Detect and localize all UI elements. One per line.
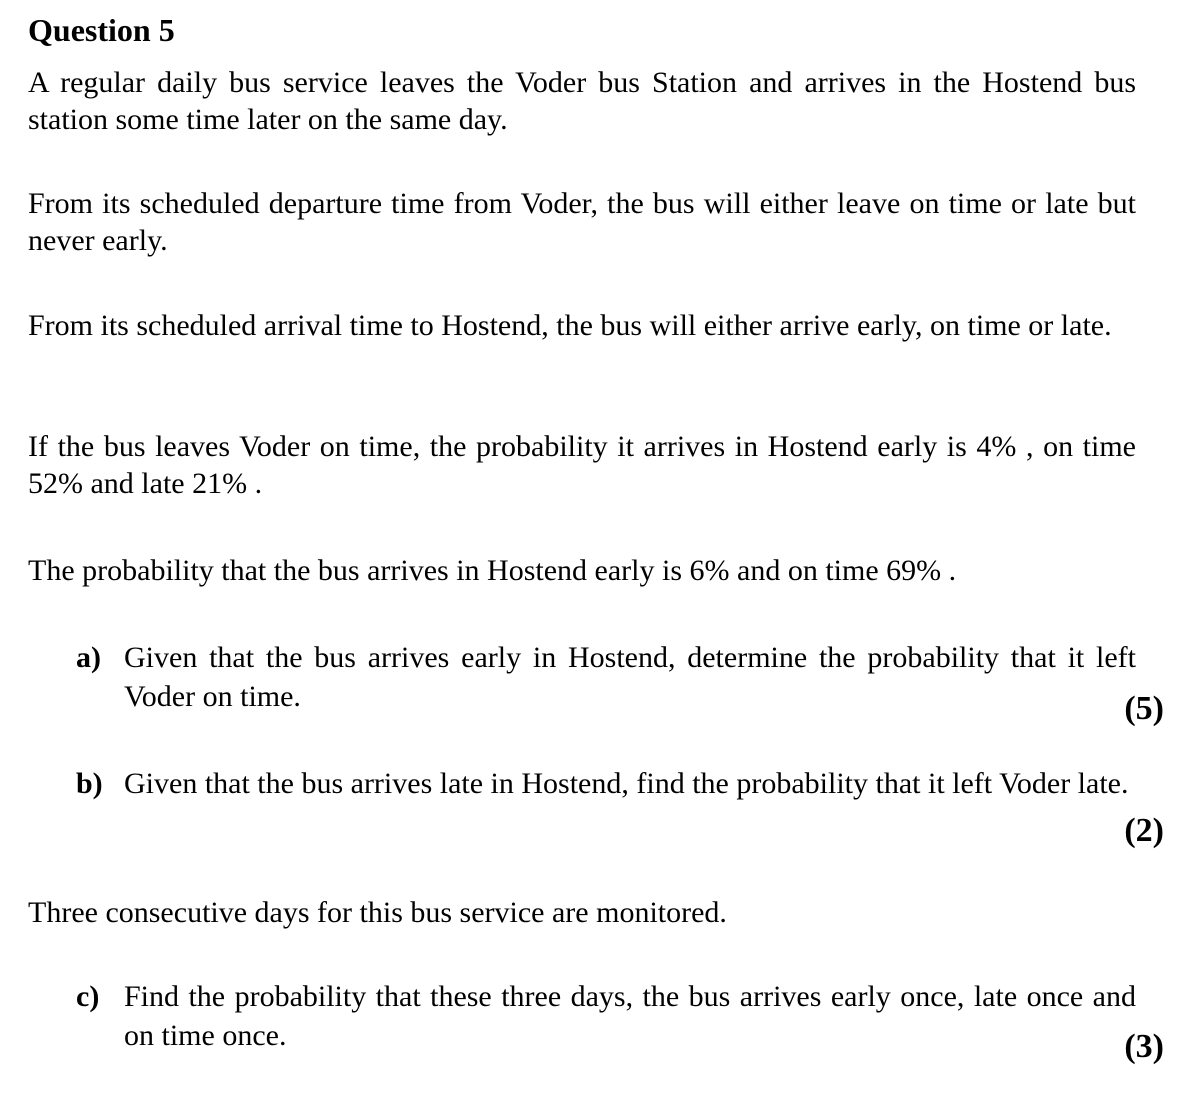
part-b-marks: (2) <box>1124 812 1164 849</box>
arrival-paragraph: From its scheduled arrival time to Hoste… <box>28 309 1112 342</box>
part-a-marks: (5) <box>1124 690 1164 727</box>
part-c-text: Find the probability that these three da… <box>124 980 1136 1052</box>
intro-paragraph: A regular daily bus service leaves the V… <box>28 66 1136 136</box>
part-c: c) Find the probability that these three… <box>76 977 1136 1055</box>
conditional-probability-paragraph: If the bus leaves Voder on time, the pro… <box>28 430 1136 500</box>
part-b-letter: b) <box>76 767 103 800</box>
part-a: a) Given that the bus arrives early in H… <box>76 638 1136 716</box>
part-a-letter: a) <box>76 641 101 674</box>
question-title: Question 5 <box>28 12 175 48</box>
part-a-text: Given that the bus arrives early in Host… <box>124 641 1136 713</box>
monitoring-paragraph: Three consecutive days for this bus serv… <box>28 896 727 929</box>
departure-paragraph: From its scheduled departure time from V… <box>28 187 1136 257</box>
part-c-marks: (3) <box>1124 1028 1164 1065</box>
part-b: b) Given that the bus arrives late in Ho… <box>76 764 1136 803</box>
part-c-letter: c) <box>76 980 100 1013</box>
overall-probability-paragraph: The probability that the bus arrives in … <box>28 554 957 587</box>
part-b-text: Given that the bus arrives late in Hoste… <box>124 767 1129 800</box>
